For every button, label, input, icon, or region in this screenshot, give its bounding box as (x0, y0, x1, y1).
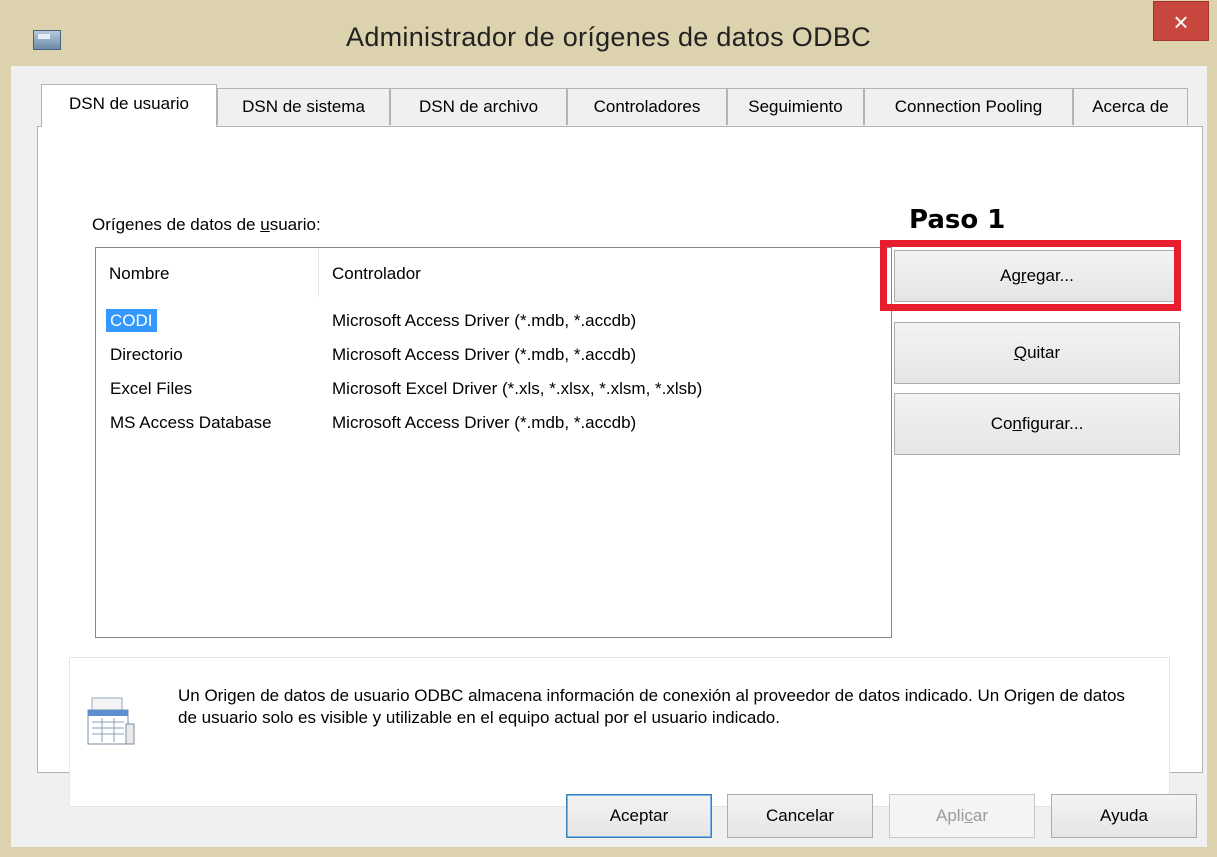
tab-dsn-archivo[interactable]: DSN de archivo (390, 88, 567, 125)
apply-button[interactable]: Aplicar (889, 794, 1035, 838)
item-driver: Microsoft Excel Driver (*.xls, *.xlsx, *… (332, 379, 703, 398)
step-highlight-box (880, 240, 1181, 311)
item-name: Directorio (110, 345, 183, 364)
tab-panel-dsn-usuario: Orígenes de datos de usuario: Paso 1 Nom… (37, 126, 1203, 807)
tab-dsn-sistema[interactable]: DSN de sistema (217, 88, 390, 125)
close-button[interactable]: × (1153, 1, 1209, 41)
selected-item-name: CODI (106, 309, 157, 332)
info-description: Un Origen de datos de usuario ODBC almac… (178, 686, 1125, 727)
list-item[interactable]: MS Access Database Microsoft Access Driv… (96, 406, 886, 440)
item-name: Excel Files (110, 379, 193, 398)
info-box: Un Origen de datos de usuario ODBC almac… (69, 657, 1170, 807)
tab-acerca-de[interactable]: Acerca de (1073, 88, 1188, 125)
remove-button[interactable]: Quitar (894, 322, 1180, 384)
tab-dsn-usuario[interactable]: DSN de usuario (41, 84, 217, 127)
help-button[interactable]: Ayuda (1051, 794, 1197, 838)
window-title: Administrador de orígenes de datos ODBC (346, 22, 871, 52)
tab-controladores[interactable]: Controladores (567, 88, 727, 125)
item-driver: Microsoft Access Driver (*.mdb, *.accdb) (332, 345, 637, 364)
list-item[interactable]: Directorio Microsoft Access Driver (*.md… (96, 338, 886, 372)
list-header: Nombre Controlador (96, 248, 886, 297)
item-name: CODI (106, 304, 157, 338)
data-source-icon (87, 697, 135, 745)
list-item[interactable]: CODI Microsoft Access Driver (*.mdb, *.a… (96, 304, 886, 338)
dialog-client-area: DSN de usuario DSN de sistema DSN de arc… (11, 66, 1207, 847)
column-header-nombre[interactable]: Nombre (96, 248, 319, 297)
item-driver: Microsoft Access Driver (*.mdb, *.accdb) (332, 413, 637, 432)
data-sources-list[interactable]: Nombre Controlador CODI Microsoft Access… (95, 247, 892, 638)
tab-seguimiento[interactable]: Seguimiento (727, 88, 864, 125)
item-driver: Microsoft Access Driver (*.mdb, *.accdb) (332, 311, 637, 330)
list-item[interactable]: Excel Files Microsoft Excel Driver (*.xl… (96, 372, 886, 406)
user-data-sources-label: Orígenes de datos de usuario: (92, 215, 321, 234)
ok-button[interactable]: Aceptar (566, 794, 712, 838)
column-header-controlador[interactable]: Controlador (319, 248, 886, 297)
item-name: MS Access Database (110, 413, 272, 432)
tab-connection-pooling[interactable]: Connection Pooling (864, 88, 1073, 125)
odbc-admin-window: Administrador de orígenes de datos ODBC … (0, 0, 1217, 857)
cancel-button[interactable]: Cancelar (727, 794, 873, 838)
configure-button[interactable]: Configurar... (894, 393, 1180, 455)
step-annotation: Paso 1 (909, 205, 1006, 235)
